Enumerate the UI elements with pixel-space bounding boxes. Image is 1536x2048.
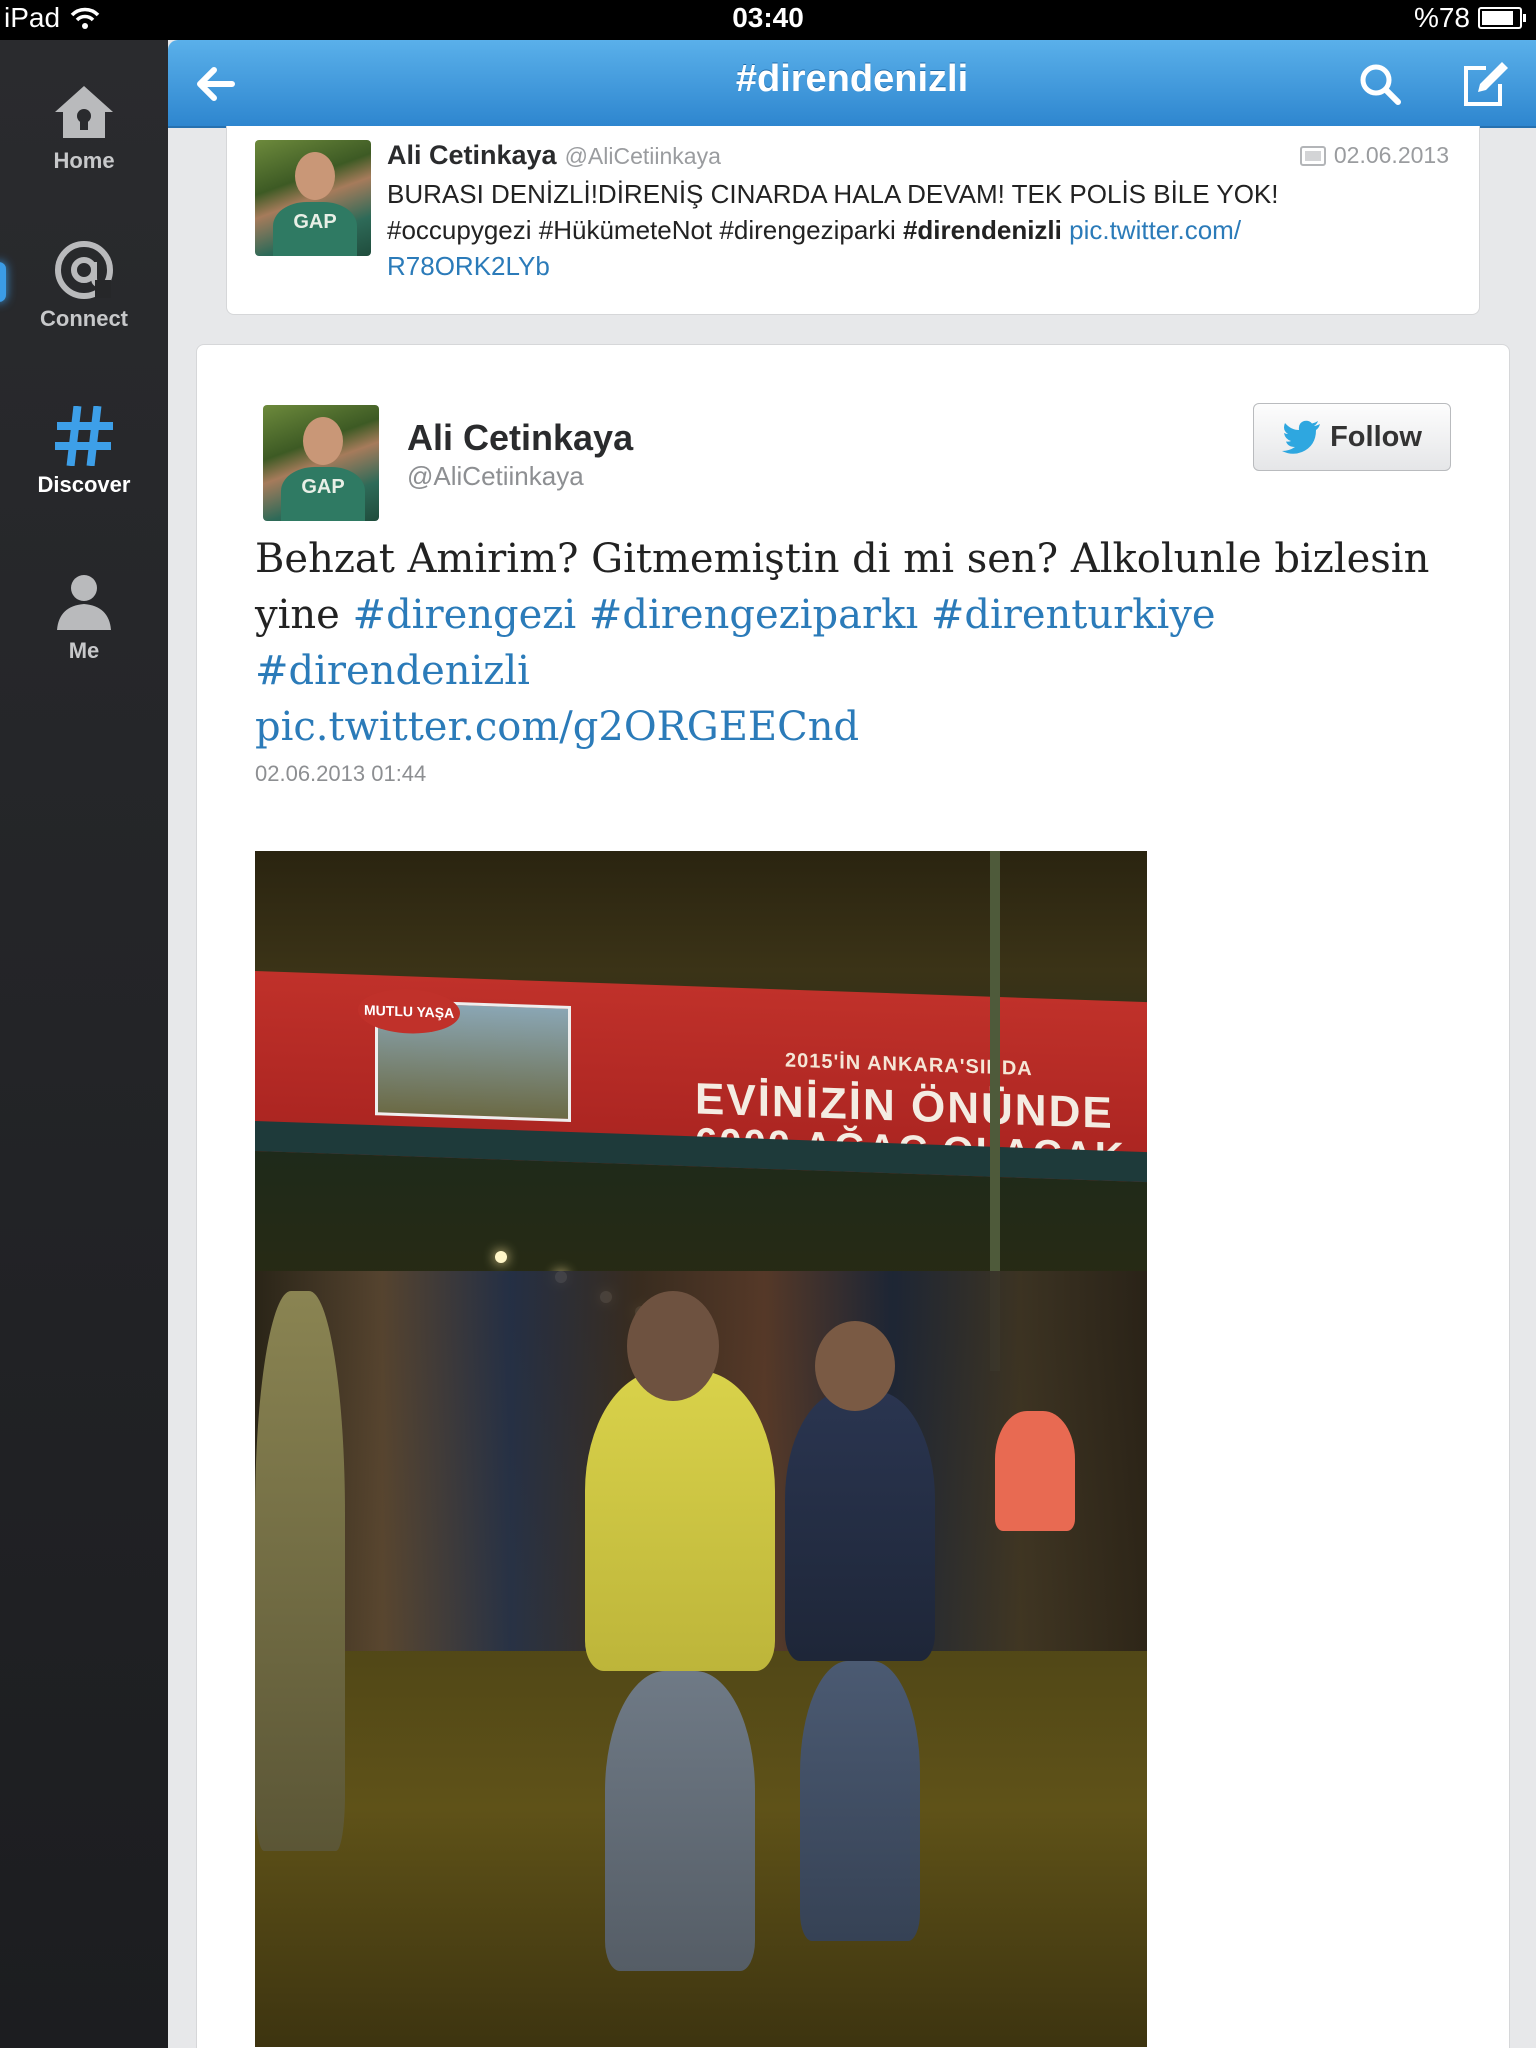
battery-icon	[1478, 7, 1526, 29]
photo-banner: MUTLU YAŞA 2015'İN ANKARA'SINDA EVİNİZİN…	[255, 971, 1147, 1183]
hashtag-link[interactable]: #direngezi	[353, 592, 577, 638]
media-icon	[1299, 145, 1326, 166]
sidebar-item-me[interactable]: Me	[0, 572, 168, 664]
tweet-timestamp: 02.06.2013 01:44	[255, 761, 427, 786]
tweet-line: BURASI DENİZLİ!DİRENİŞ CINARDA HALA DEVA…	[387, 179, 1279, 209]
search-button[interactable]	[1354, 58, 1406, 110]
sidebar: Home Connect Discover Me	[0, 40, 168, 2048]
author-handle: @AliCetiinkaya	[564, 143, 721, 169]
link-part: pic.twitter.com/	[1069, 215, 1242, 245]
clock: 03:40	[732, 2, 804, 33]
person-icon	[57, 575, 111, 630]
author-handle[interactable]: @AliCetiinkaya	[407, 461, 584, 492]
date-text: 02.06.2013	[1333, 142, 1449, 168]
sidebar-item-label: Discover	[37, 472, 131, 497]
hashtag-link[interactable]: #direngeziparkı	[589, 592, 918, 638]
twitter-bird-icon	[1282, 420, 1321, 454]
page-title: #direndenizli	[735, 58, 969, 100]
billboard-label: MUTLU YAŞA	[358, 987, 461, 1036]
person-head	[627, 1291, 719, 1401]
tweet-author[interactable]: Ali Cetinkaya @AliCetiinkaya	[387, 140, 721, 171]
tweet-hashtags-plain: #occupygezi #HükümeteNot #direngeziparki	[387, 215, 903, 245]
status-bar: iPad 03:40 %78	[0, 0, 1536, 40]
sidebar-item-home[interactable]: Home	[0, 82, 168, 174]
author-name[interactable]: Ali Cetinkaya	[407, 417, 633, 459]
tweet-detail: GAP Ali Cetinkaya @AliCetiinkaya Follow …	[196, 344, 1510, 2048]
compose-icon	[1464, 62, 1508, 106]
person-dark-jacket	[785, 1391, 935, 1661]
home-icon	[55, 86, 113, 138]
nav-bar: #direndenizli	[168, 40, 1536, 128]
sidebar-item-connect[interactable]: Connect	[0, 240, 168, 332]
compose-button[interactable]	[1458, 58, 1510, 110]
person-left	[255, 1291, 345, 1851]
sidebar-item-discover[interactable]: Discover	[0, 406, 168, 498]
tweet-text: Behzat Amirim? Gitmemiştin di mi sen? Al…	[255, 531, 1465, 755]
hashtag-link[interactable]: #direnturkiye	[931, 592, 1216, 638]
person-head	[815, 1321, 895, 1411]
at-icon	[55, 241, 113, 299]
tweet-link[interactable]: pic.twitter.com/g2ORGEECnd	[255, 704, 859, 750]
hash-icon	[55, 406, 113, 466]
sidebar-item-label: Connect	[40, 306, 128, 331]
hashtag-link[interactable]: #direndenizli	[255, 648, 530, 694]
link-part: R78ORK2LYb	[387, 251, 550, 281]
follow-button[interactable]: Follow	[1253, 403, 1451, 471]
tweet-text: BURASI DENİZLİ!DİRENİŞ CINARDA HALA DEVA…	[387, 176, 1447, 284]
main-panel: #direndenizli GAP Ali Cetinkaya @AliCetii…	[168, 40, 1536, 2048]
tweet-hashtag-bold[interactable]: #direndenizli	[903, 215, 1062, 245]
avatar[interactable]: GAP	[255, 140, 371, 256]
person-orange-top	[995, 1411, 1075, 1531]
search-icon	[1360, 64, 1401, 105]
person-jeans	[800, 1661, 920, 1941]
battery-percent: %78	[1413, 2, 1470, 33]
street-lamp	[495, 1251, 507, 1263]
sidebar-item-label: Me	[68, 638, 100, 663]
person-yellow-jacket	[585, 1371, 775, 1671]
sidebar-item-label: Home	[53, 148, 115, 173]
tweet-date: 02.06.2013	[1299, 142, 1449, 169]
author-name: Ali Cetinkaya	[387, 140, 557, 170]
billboard: MUTLU YAŞA	[358, 987, 571, 1123]
person-jeans	[605, 1671, 755, 1971]
avatar[interactable]: GAP	[263, 405, 379, 521]
tweet-photo[interactable]: MUTLU YAŞA 2015'İN ANKARA'SINDA EVİNİZİN…	[255, 851, 1147, 2047]
follow-label: Follow	[1330, 420, 1422, 453]
tweet-preview[interactable]: GAP Ali Cetinkaya @AliCetiinkaya 02.06.20…	[226, 126, 1480, 315]
